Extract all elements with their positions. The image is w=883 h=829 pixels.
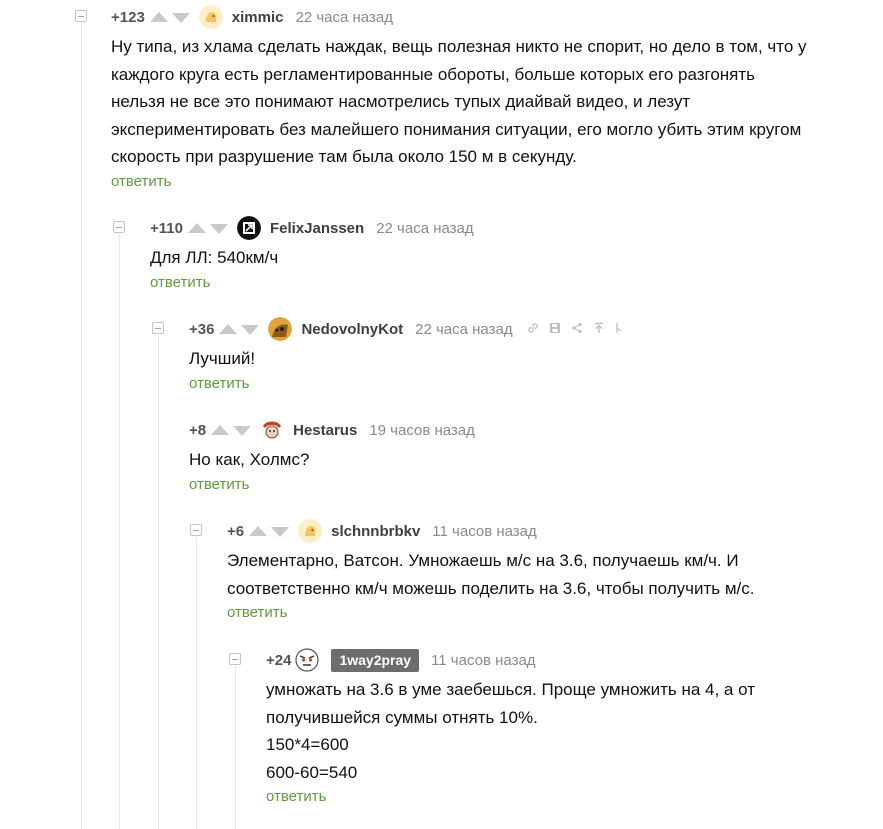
- downvote-icon[interactable]: [271, 526, 290, 537]
- comment-author[interactable]: ximmic: [232, 9, 284, 26]
- default-avatar-icon[interactable]: [298, 519, 323, 543]
- comment-body: Ну типа, из хлама сделать наждак, вещь п…: [111, 33, 883, 171]
- comment: +123 ximmic 22 часа назад Ну типа, из хл…: [111, 5, 883, 191]
- comment: +110 FelixJanssen 22 часа назад Для ЛЛ: …: [150, 216, 883, 292]
- collapse-button[interactable]: [229, 653, 241, 665]
- upvote-icon[interactable]: [187, 222, 206, 233]
- comment-rating: +8: [189, 421, 207, 439]
- reply-link[interactable]: ответить: [189, 476, 249, 493]
- comment-time[interactable]: 11 часов назад: [431, 652, 535, 669]
- downvote-icon[interactable]: [171, 12, 190, 23]
- collapse-button[interactable]: [113, 221, 125, 233]
- reply-link[interactable]: ответить: [111, 173, 171, 190]
- comment-body: Для ЛЛ: 540км/ч: [150, 244, 883, 272]
- collapse-button[interactable]: [190, 524, 202, 536]
- thread-line[interactable]: [196, 537, 197, 829]
- downvote-icon[interactable]: [241, 324, 260, 335]
- reply-link[interactable]: ответить: [150, 274, 210, 291]
- comment-author[interactable]: NedovolnyKot: [301, 321, 403, 338]
- downvote-icon[interactable]: [233, 425, 252, 436]
- comment-header: +110 FelixJanssen 22 часа назад: [150, 216, 883, 240]
- comment-time[interactable]: 11 часов назад: [432, 523, 536, 540]
- thread-line[interactable]: [81, 22, 82, 829]
- go-to-parent-icon[interactable]: [593, 322, 605, 337]
- share-icon[interactable]: [571, 322, 583, 337]
- comment-header: +24 1way2pray 11 часов назад: [266, 648, 883, 672]
- comment-text-line: каждого круга есть регламентированные об…: [111, 64, 756, 84]
- comment: +24 1way2pray 11 часов назад умножать на…: [266, 648, 883, 806]
- comment-rating: +6: [227, 522, 245, 540]
- upvote-icon[interactable]: [249, 525, 268, 536]
- upvote-icon[interactable]: [149, 11, 168, 22]
- comment-body: Но как, Холмс?: [189, 446, 883, 474]
- comment-text-line: экспериментировать без малейшего пониман…: [111, 119, 802, 139]
- thread-line[interactable]: [119, 234, 120, 829]
- comment-text-line: 150*4=600: [266, 735, 349, 754]
- comment-body: Лучший!: [189, 345, 883, 373]
- thread-line[interactable]: [235, 665, 236, 829]
- comment-author[interactable]: Hestarus: [293, 422, 357, 439]
- angry-face-avatar[interactable]: [295, 648, 320, 672]
- comment-header: +6 slchnnbrbkv 11 часов назад: [227, 519, 883, 543]
- comment-rating: +36: [189, 320, 215, 338]
- comment-time[interactable]: 22 часа назад: [415, 321, 512, 338]
- comment-text-line: 600-60=540: [266, 762, 358, 782]
- comment-text-line: Элементарно, Ватсон. Умножаешь м/с на 3.…: [227, 551, 739, 570]
- comment-text-line: Для ЛЛ: 540км/ч: [150, 248, 279, 267]
- cartoon-avatar[interactable]: [260, 418, 285, 442]
- comment-text-line: Ну типа, из хлама сделать наждак, вещь п…: [111, 37, 807, 56]
- collapse-button[interactable]: [152, 322, 164, 334]
- thread-line[interactable]: [158, 335, 159, 829]
- comment-rating: +24: [266, 651, 292, 669]
- comment-text-line: скорость при разрушение там была около 1…: [111, 147, 577, 166]
- cat-avatar[interactable]: [268, 317, 293, 341]
- comment-body: Элементарно, Ватсон. Умножаешь м/с на 3.…: [227, 547, 883, 602]
- comment-thread: +123 ximmic 22 часа назад Ну типа, из хл…: [0, 0, 883, 829]
- upvote-icon[interactable]: [219, 323, 238, 334]
- comment-header: +8 Hestarus 19 часов назад: [189, 418, 883, 442]
- comment-text-line: Но как, Холмс?: [189, 450, 310, 469]
- comment-body: умножать на 3.6 в уме заебешься. Проще у…: [266, 676, 883, 786]
- comment-text-line: Лучший!: [189, 349, 256, 368]
- comment-tools: [527, 322, 623, 337]
- black-square-logo-avatar[interactable]: [236, 216, 261, 240]
- link-icon[interactable]: [527, 322, 539, 337]
- default-avatar-icon[interactable]: [198, 5, 223, 29]
- comment-header: +36 NedovolnyKot 22 часа назад: [189, 317, 883, 341]
- reply-link[interactable]: ответить: [266, 788, 326, 805]
- comment-author[interactable]: slchnnbrbkv: [331, 523, 420, 540]
- more-icon[interactable]: [615, 322, 623, 337]
- save-icon[interactable]: [549, 322, 561, 337]
- downvote-icon[interactable]: [209, 223, 228, 234]
- comment-text-line: получившейся суммы отнять 10%.: [266, 707, 538, 727]
- reply-link[interactable]: ответить: [189, 375, 249, 392]
- collapse-button[interactable]: [75, 10, 87, 22]
- comment-author[interactable]: FelixJanssen: [270, 220, 364, 237]
- comment-header: +123 ximmic 22 часа назад: [111, 5, 883, 29]
- comment-author[interactable]: 1way2pray: [331, 648, 420, 672]
- comment-time[interactable]: 22 часа назад: [376, 220, 473, 237]
- upvote-icon[interactable]: [211, 424, 230, 435]
- comment-time[interactable]: 19 часов назад: [369, 422, 475, 439]
- comment-text-line: умножать на 3.6 в уме заебешься. Проще у…: [266, 680, 755, 699]
- comment: +8 Hestarus 19 часов назад Но как, Холмс…: [189, 418, 883, 494]
- comment: +36 NedovolnyKot 22 часа назад Лучший! о…: [189, 317, 883, 393]
- reply-link[interactable]: ответить: [227, 604, 287, 621]
- comment-time[interactable]: 22 часа назад: [296, 9, 393, 26]
- comment-rating: +110: [150, 219, 183, 237]
- comment-text-line: соответственно км/ч можешь поделить на 3…: [227, 578, 755, 598]
- comment-text-line: нельзя не все это понимают насмотрелись …: [111, 92, 691, 111]
- comment-rating: +123: [111, 8, 145, 26]
- comment: +6 slchnnbrbkv 11 часов назад Элементарн…: [227, 519, 883, 622]
